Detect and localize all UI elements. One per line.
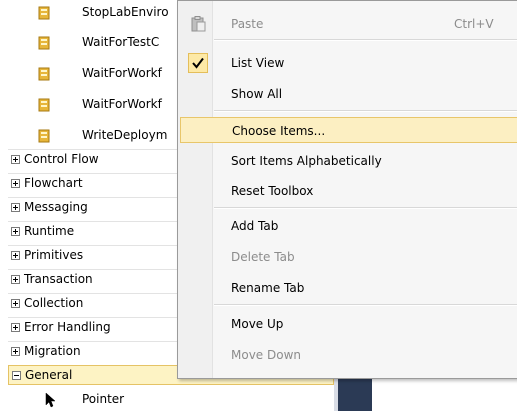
menu-separator (214, 110, 517, 112)
expand-icon[interactable] (11, 203, 20, 212)
toolbox-item[interactable]: WaitForWorkf (0, 93, 180, 117)
menu-item-label: Choose Items... (232, 124, 326, 138)
category-label: Transaction (24, 272, 93, 286)
menu-item-label: Add Tab (231, 219, 279, 233)
menu-item-label: Move Up (231, 317, 284, 331)
toolbox-item[interactable]: WaitForTestC (0, 31, 180, 55)
menu-item-reset-toolbox[interactable]: Reset Toolbox (180, 178, 517, 204)
menu-item-paste[interactable]: Paste Ctrl+V (180, 11, 517, 37)
paste-icon (190, 16, 206, 35)
menu-item-label: Show All (231, 87, 283, 101)
menu-separator (214, 39, 517, 41)
toolbox-item[interactable]: StopLabEnviro (0, 1, 180, 25)
menu-item-label: Rename Tab (231, 281, 305, 295)
expand-icon[interactable] (11, 179, 20, 188)
category-label: Collection (24, 296, 84, 310)
menu-item-sort-items-alphabetically[interactable]: Sort Items Alphabetically (180, 148, 517, 174)
menu-item-shortcut: Ctrl+V (454, 17, 494, 31)
expand-icon[interactable] (11, 347, 20, 356)
toolbox-item-label: StopLabEnviro (82, 5, 169, 19)
toolbox-item[interactable]: WaitForWorkf (0, 62, 180, 86)
menu-separator (214, 207, 517, 209)
menu-item-move-down[interactable]: Move Down (180, 342, 517, 368)
category-label: Runtime (24, 224, 75, 238)
expand-icon[interactable] (11, 323, 20, 332)
menu-item-list-view[interactable]: List View (180, 50, 517, 76)
expand-icon[interactable] (11, 299, 20, 308)
toolbox-context-menu: Paste Ctrl+V List View Show All Choose I… (177, 0, 517, 379)
menu-item-rename-tab[interactable]: Rename Tab (180, 275, 517, 301)
pointer-icon (45, 392, 59, 408)
menu-separator (214, 304, 517, 306)
menu-item-choose-items[interactable]: Choose Items... (180, 117, 517, 143)
checkmark-icon (188, 53, 208, 73)
menu-item-label: Paste (231, 17, 264, 31)
activity-icon (37, 36, 51, 50)
toolbox-item[interactable]: WriteDeploym (0, 124, 180, 148)
menu-item-add-tab[interactable]: Add Tab (180, 213, 517, 239)
expand-icon[interactable] (11, 251, 20, 260)
toolbox-item-label: WaitForWorkf (82, 97, 162, 111)
toolbox-item-label: WaitForWorkf (82, 66, 162, 80)
menu-item-label: Reset Toolbox (231, 184, 314, 198)
category-label: Migration (24, 344, 81, 358)
activity-icon (37, 129, 51, 143)
category-label: Error Handling (24, 320, 111, 334)
toolbox-item-pointer[interactable]: Pointer (0, 388, 300, 412)
activity-icon (37, 67, 51, 81)
toolbox-item-label: WriteDeploym (82, 128, 168, 142)
category-label: Flowchart (24, 176, 83, 190)
expand-icon[interactable] (11, 227, 20, 236)
category-label: Control Flow (24, 152, 99, 166)
expand-icon[interactable] (11, 275, 20, 284)
collapse-icon[interactable] (12, 371, 21, 380)
expand-icon[interactable] (11, 155, 20, 164)
menu-item-delete-tab[interactable]: Delete Tab (180, 244, 517, 270)
activity-icon (37, 6, 51, 20)
menu-item-label: Delete Tab (231, 250, 295, 264)
toolbox-item-label: Pointer (82, 392, 125, 406)
activity-icon (37, 98, 51, 112)
category-label: Primitives (24, 248, 84, 262)
category-label: General (25, 368, 73, 382)
menu-item-move-up[interactable]: Move Up (180, 311, 517, 337)
menu-item-label: Move Down (231, 348, 301, 362)
menu-item-show-all[interactable]: Show All (180, 81, 517, 107)
menu-item-label: Sort Items Alphabetically (231, 154, 382, 168)
menu-item-label: List View (231, 56, 285, 70)
toolbox-item-label: WaitForTestC (82, 35, 160, 49)
category-label: Messaging (24, 200, 88, 214)
